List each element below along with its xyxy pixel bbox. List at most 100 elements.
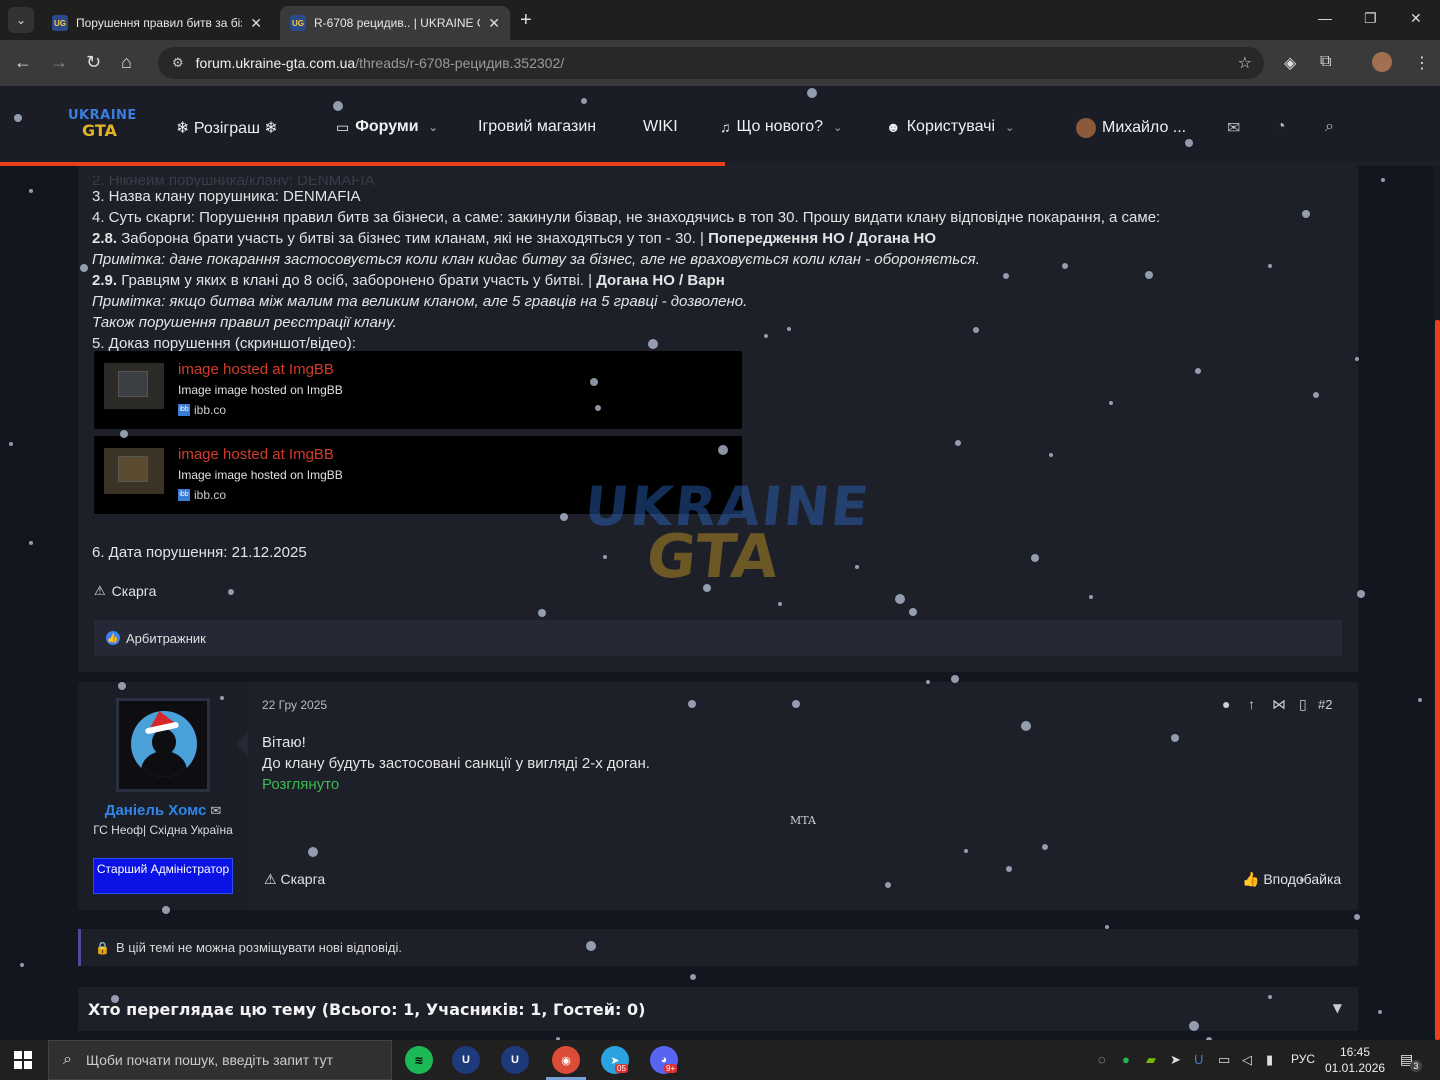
like-button[interactable]: 👍 Вподобайка: [1242, 871, 1341, 888]
spotify-icon[interactable]: ≋: [405, 1046, 433, 1074]
mail-icon[interactable]: ✉: [210, 803, 221, 818]
snowflake: [787, 327, 791, 331]
share-icon[interactable]: ⋈: [1272, 696, 1286, 713]
snowflake: [1006, 866, 1012, 872]
maximize-icon[interactable]: ❐: [1364, 10, 1377, 27]
snowflake: [1300, 878, 1304, 882]
rule-1-number: 2.8.: [92, 230, 118, 247]
chevron-down-icon[interactable]: ⌄: [833, 121, 842, 134]
discord-badge: 9+: [664, 1064, 678, 1073]
post-line-rule-2: 2.9. Гравцям у яких в клані до 8 осіб, з…: [92, 270, 1342, 291]
post-line-clan: 3. Назва клану порушника: DENMAFIA: [92, 188, 361, 205]
snowflake: [1062, 263, 1068, 269]
close-icon[interactable]: ✕: [250, 15, 262, 32]
close-icon[interactable]: ✕: [488, 15, 500, 32]
status-text: Розглянуто: [262, 776, 340, 793]
minimize-icon[interactable]: —: [1318, 10, 1332, 26]
chevron-down-icon[interactable]: ⌄: [429, 121, 438, 134]
snowflake: [162, 906, 170, 914]
rule-2-penalty: Догана НО / Варн: [596, 272, 725, 289]
caret-down-icon[interactable]: ▼: [1333, 1001, 1342, 1015]
window-close-icon[interactable]: ✕: [1410, 10, 1422, 27]
microphone-icon[interactable]: ▮: [1266, 1052, 1273, 1068]
link-embed-1[interactable]: image hosted at ImgBB Image image hosted…: [94, 351, 742, 429]
back-arrow-icon[interactable]: ←: [14, 52, 32, 73]
embed-thumbnail[interactable]: [104, 448, 164, 494]
message-arrow: [236, 732, 248, 756]
browser-profile-avatar[interactable]: [1372, 52, 1392, 72]
reload-icon[interactable]: ↻: [86, 52, 101, 73]
nav-wiki[interactable]: WIKI: [643, 118, 678, 136]
windows-start-icon[interactable]: [14, 1051, 32, 1069]
app-icon-1[interactable]: U: [452, 1046, 480, 1074]
new-tab-button[interactable]: +: [520, 9, 532, 32]
tray-nvidia-icon[interactable]: ▰: [1146, 1052, 1156, 1068]
tray-spotify-icon[interactable]: ●: [1122, 1052, 1130, 1067]
language-indicator[interactable]: РУС: [1291, 1052, 1315, 1066]
snowflake: [648, 339, 658, 349]
extensions-puzzle-icon[interactable]: ⧉: [1320, 53, 1331, 71]
arrow-up-icon[interactable]: ↑: [1248, 696, 1255, 712]
embed-title[interactable]: image hosted at ImgBB: [178, 446, 334, 463]
snowflake: [220, 696, 224, 700]
nav-shop-label: Ігровий магазин: [478, 118, 597, 135]
nav-account[interactable]: Михайло ...: [1076, 118, 1186, 138]
taskbar-search-placeholder: Щоби почати пошук, введіть запит тут: [85, 1052, 334, 1068]
search-icon[interactable]: ⌕: [1325, 118, 1334, 136]
scrollbar-thumb[interactable]: [1435, 320, 1440, 1040]
snowflake: [703, 584, 711, 592]
snowflake: [1357, 590, 1365, 598]
embed-title[interactable]: image hosted at ImgBB: [178, 361, 334, 378]
bookmark-icon[interactable]: ▯: [1299, 696, 1307, 713]
report-button[interactable]: ⚠ Скарга: [94, 583, 156, 599]
site-favicon-icon: UG: [52, 15, 68, 31]
site-logo[interactable]: UKRAINE GTA: [68, 108, 136, 148]
snowflake: [308, 847, 318, 857]
author-name-label[interactable]: Даніель Хомс: [105, 802, 207, 819]
tray-telegram-icon[interactable]: ➤: [1170, 1052, 1181, 1068]
alerts-bell-icon[interactable]: ◔: [1276, 118, 1286, 136]
taskbar-search-input[interactable]: ⌕ Щоби почати пошук, введіть запит тут: [48, 1040, 392, 1080]
snowflake: [1195, 368, 1201, 374]
nav-forums[interactable]: ▭ Форуми ⌄: [336, 118, 438, 136]
author-name[interactable]: Даніель Хомс ✉: [78, 802, 248, 819]
site-info-icon[interactable]: ⚙: [172, 55, 184, 71]
volume-icon[interactable]: ◁: [1242, 1052, 1252, 1068]
nav-whats-new[interactable]: ♫ Що нового? ⌄: [720, 118, 842, 136]
tray-app-icon[interactable]: U: [1194, 1052, 1203, 1067]
address-bar[interactable]: ⚙ forum.ukraine-gta.com.ua/threads/r-670…: [158, 47, 1264, 79]
home-icon[interactable]: ⌂: [121, 52, 132, 73]
report-label: Скарга: [111, 583, 157, 599]
reaction-user[interactable]: Арбитражник: [126, 631, 206, 646]
chevron-down-icon[interactable]: ⌄: [1005, 121, 1014, 134]
bookmark-star-icon[interactable]: ☆: [1238, 53, 1252, 73]
thread-viewers-block[interactable]: Хто переглядає цю тему (Всього: 1, Учасн…: [78, 987, 1358, 1031]
vote-check-icon[interactable]: ●: [1222, 696, 1230, 712]
browser-tab-1[interactable]: UG Порушення правил битв за бізнеси ✕: [42, 6, 272, 40]
snowflake: [1313, 392, 1319, 398]
post-number[interactable]: #2: [1318, 697, 1332, 712]
snowflake: [1042, 844, 1048, 850]
browser-menu-icon[interactable]: ⋮: [1414, 53, 1430, 73]
embed-thumbnail[interactable]: [104, 363, 164, 409]
tab-search-icon[interactable]: ⌄: [8, 7, 34, 33]
clock[interactable]: 16:45 01.01.2026: [1325, 1044, 1385, 1076]
nav-giveaway[interactable]: ❄ Розіграш ❄: [176, 118, 278, 138]
snowflake: [688, 700, 696, 708]
network-icon[interactable]: ▭: [1218, 1052, 1230, 1068]
post-2-body: Вітаю! До клану будуть застосовані санкц…: [262, 732, 650, 795]
browser-tab-2[interactable]: UG R-6708 рецидив.. | UKRAINE GTA ✕: [280, 6, 510, 40]
inbox-icon[interactable]: ✉: [1227, 118, 1240, 138]
report-button[interactable]: ⚠ Скарга: [264, 871, 325, 888]
extension-icon[interactable]: ◈: [1284, 53, 1296, 73]
forward-arrow-icon[interactable]: →: [50, 52, 68, 73]
avatar[interactable]: [116, 698, 210, 792]
chrome-icon[interactable]: ◉: [552, 1046, 580, 1074]
reactions-bar[interactable]: 👍 Арбитражник: [94, 620, 1342, 656]
nav-users[interactable]: ☻ Користувачі ⌄: [886, 118, 1014, 136]
link-embed-2[interactable]: image hosted at ImgBB Image image hosted…: [94, 436, 742, 514]
nav-shop[interactable]: Ігровий магазин: [478, 118, 596, 136]
app-icon-2[interactable]: U: [501, 1046, 529, 1074]
post-date[interactable]: 22 Гру 2025: [262, 698, 327, 712]
tray-app-icon[interactable]: ◌: [1098, 1052, 1106, 1067]
